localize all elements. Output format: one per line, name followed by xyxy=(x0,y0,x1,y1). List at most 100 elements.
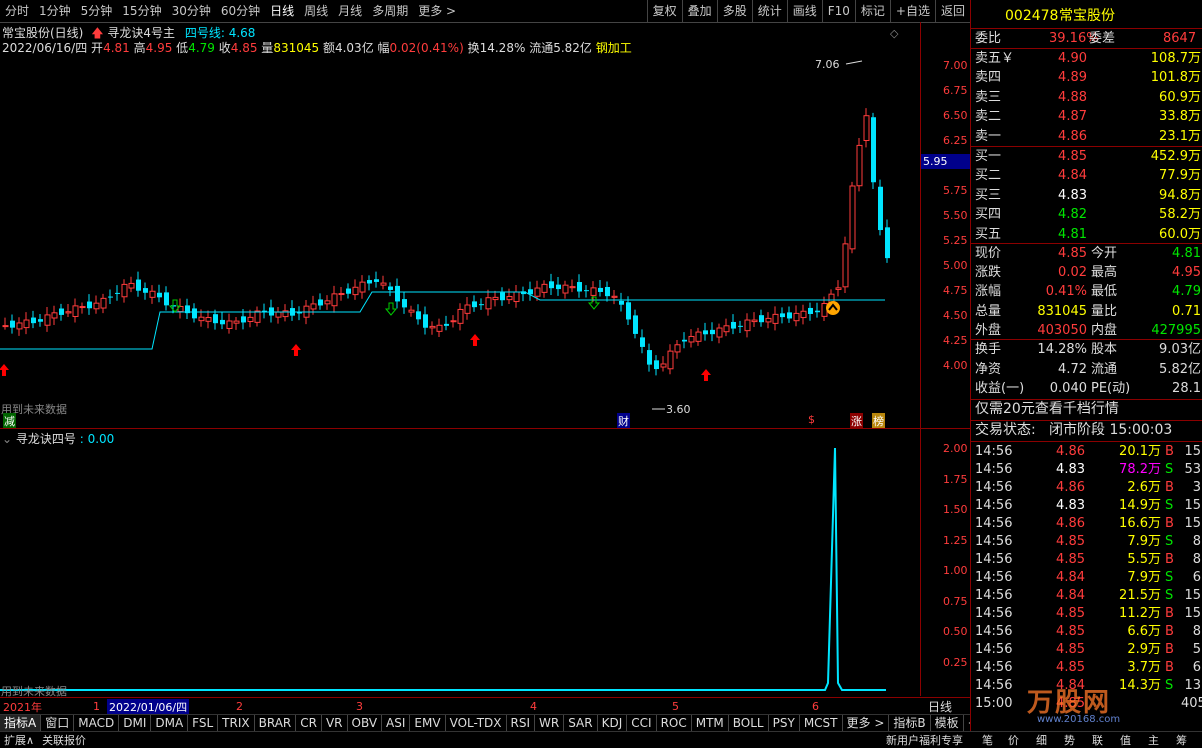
candle-body xyxy=(723,325,730,333)
tab-zhi[interactable]: 值 xyxy=(1120,732,1131,748)
candle-body xyxy=(849,185,856,250)
bid-volume: 58.2万 xyxy=(1159,207,1201,223)
quote-row: 14:56 4.83 78.2万 S 53 xyxy=(971,460,1202,479)
tool-draw[interactable]: 画线 xyxy=(786,0,822,22)
tab-bi[interactable]: 笔 xyxy=(982,732,993,748)
candle-body xyxy=(23,319,30,329)
tick-volume: 21.5万 xyxy=(1119,588,1161,603)
candle-body xyxy=(667,350,674,370)
period-fenshi[interactable]: 分时 xyxy=(0,0,34,22)
period-1min[interactable]: 1分钟 xyxy=(34,0,76,22)
tab-lian[interactable]: 联 xyxy=(1092,732,1103,748)
promo-text[interactable]: 仅需20元查看千档行情 xyxy=(975,400,1119,419)
tab-b[interactable]: 指标B xyxy=(889,715,931,732)
tab-trix[interactable]: TRIX xyxy=(218,715,255,732)
badge-cai[interactable]: 财 xyxy=(617,413,630,429)
tool-multi-stock[interactable]: 多股 xyxy=(716,0,752,22)
indicator-chart[interactable] xyxy=(0,428,920,696)
tab-psy[interactable]: PSY xyxy=(769,715,800,732)
period-weekly[interactable]: 周线 xyxy=(299,0,333,22)
quote-row: 卖五￥ 4.90 108.7万 xyxy=(971,49,1202,68)
tick-count: 53 xyxy=(1184,462,1201,477)
tab-[interactable]: 更多 > xyxy=(843,715,890,732)
stat-label: 量比 xyxy=(1091,303,1118,319)
related-quote-button[interactable]: 关联报价 xyxy=(38,732,90,748)
tab-brar[interactable]: BRAR xyxy=(255,715,297,732)
tab-chou[interactable]: 筹 xyxy=(1176,732,1187,748)
price-axis-label: 4.50 xyxy=(943,309,968,322)
tab-wr[interactable]: WR xyxy=(535,715,565,732)
tab-[interactable]: 模板 xyxy=(931,715,964,732)
period-30min[interactable]: 30分钟 xyxy=(167,0,216,22)
period-more[interactable]: 更多 > xyxy=(413,0,461,22)
tool-f10[interactable]: F10 xyxy=(821,0,855,22)
tab-mcst[interactable]: MCST xyxy=(800,715,843,732)
tab-vr[interactable]: VR xyxy=(322,715,348,732)
tool-back[interactable]: 返回 xyxy=(934,0,970,22)
expand-button[interactable]: 扩展∧ xyxy=(0,732,38,748)
badge-s[interactable]: $ xyxy=(808,413,815,426)
tool-mark[interactable]: 标记 xyxy=(854,0,890,22)
new-user-promo[interactable]: 新用户福利专享 xyxy=(886,732,963,748)
tab-shi[interactable]: 势 xyxy=(1064,732,1075,748)
tab-asi[interactable]: ASI xyxy=(382,715,411,732)
tick-count: 8 xyxy=(1192,624,1201,639)
tab-xi[interactable]: 细 xyxy=(1036,732,1047,748)
tab-obv[interactable]: OBV xyxy=(348,715,383,732)
buy-arrow-icon xyxy=(291,344,301,356)
badge-bang[interactable]: 榜 xyxy=(872,413,885,429)
candle-body xyxy=(688,335,695,343)
candle-body xyxy=(233,320,240,324)
close-icon[interactable]: ◇ xyxy=(890,27,898,40)
tab-emv[interactable]: EMV xyxy=(410,715,446,732)
tool-overlay[interactable]: 叠加 xyxy=(681,0,717,22)
badge-zhang[interactable]: 涨 xyxy=(850,413,863,429)
promo-row[interactable]: 仅需20元查看千档行情 xyxy=(971,400,1202,419)
tab-vol-tdx[interactable]: VOL-TDX xyxy=(446,715,507,732)
period-daily[interactable]: 日线 xyxy=(265,0,299,22)
period-toolbar: 分时 1分钟 5分钟 15分钟 30分钟 60分钟 日线 周线 月线 多周期 更… xyxy=(0,0,970,23)
tab-[interactable]: 窗口 xyxy=(41,715,75,732)
tool-stats[interactable]: 统计 xyxy=(751,0,787,22)
quote-row: 14:56 4.84 21.5万 S 15 xyxy=(971,586,1202,605)
tab-dmi[interactable]: DMI xyxy=(119,715,152,732)
tab-roc[interactable]: ROC xyxy=(657,715,692,732)
bid-volume: 77.9万 xyxy=(1159,168,1201,184)
period-5min[interactable]: 5分钟 xyxy=(76,0,118,22)
tool-add-watch[interactable]: +自选 xyxy=(889,0,935,22)
badge-jian[interactable]: 减 xyxy=(3,413,16,429)
period-15min[interactable]: 15分钟 xyxy=(117,0,166,22)
candle-body xyxy=(65,311,72,314)
tick-count: 15 xyxy=(1184,588,1201,603)
tab-boll[interactable]: BOLL xyxy=(729,715,769,732)
period-multi[interactable]: 多周期 xyxy=(367,0,413,22)
candle-body xyxy=(388,286,393,290)
period-60min[interactable]: 60分钟 xyxy=(216,0,265,22)
tab-cci[interactable]: CCI xyxy=(627,715,657,732)
tool-fuquan[interactable]: 复权 xyxy=(646,0,682,22)
stat-label: 总量 xyxy=(975,303,1002,319)
indicator-axis-label: 1.00 xyxy=(943,564,968,577)
tab-sar[interactable]: SAR xyxy=(564,715,598,732)
tab-a[interactable]: 指标A xyxy=(0,715,42,732)
tab-kdj[interactable]: KDJ xyxy=(598,715,628,732)
price-axis-label: 4.25 xyxy=(943,334,968,347)
tab-mtm[interactable]: MTM xyxy=(692,715,729,732)
tab-cr[interactable]: CR xyxy=(296,715,322,732)
tick-side: S xyxy=(1165,498,1174,513)
tab-dma[interactable]: DMA xyxy=(151,715,189,732)
candle-body xyxy=(654,360,659,370)
tab-rsi[interactable]: RSI xyxy=(507,715,536,732)
tab-fsl[interactable]: FSL xyxy=(188,715,219,732)
date-period[interactable]: 日线 xyxy=(928,698,952,715)
tab-jia[interactable]: 价 xyxy=(1008,732,1019,748)
tick-time: 14:56 xyxy=(975,570,1013,585)
tab-zhu[interactable]: 主 xyxy=(1148,732,1159,748)
quote-row: 14:56 4.85 7.9万 S 8 xyxy=(971,532,1202,551)
period-monthly[interactable]: 月线 xyxy=(333,0,367,22)
stat-value: 4.95 xyxy=(1172,265,1201,281)
candle-body xyxy=(429,325,436,329)
kline-chart[interactable] xyxy=(0,22,920,428)
ask-label: 卖四 xyxy=(975,70,1002,86)
tab-macd[interactable]: MACD xyxy=(74,715,120,732)
